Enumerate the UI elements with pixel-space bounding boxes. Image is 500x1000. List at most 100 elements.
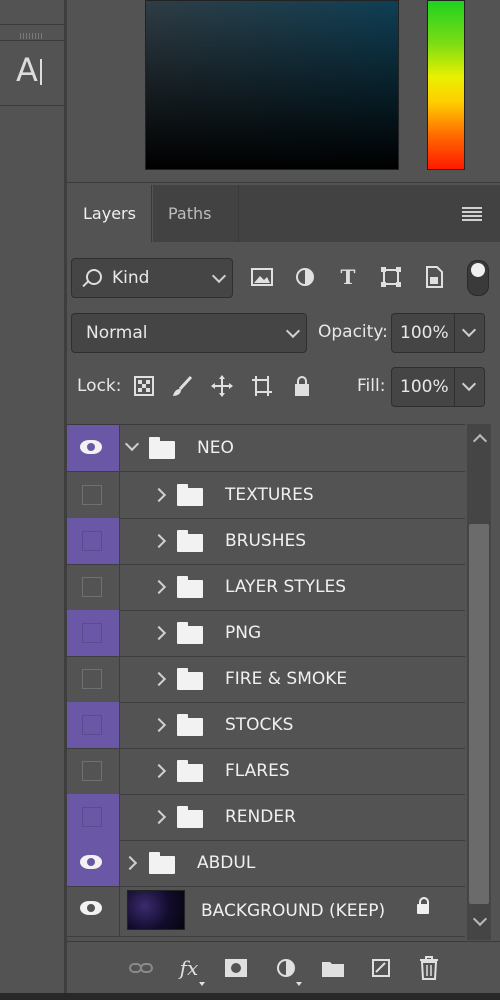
visibility-toggle[interactable] <box>67 886 120 936</box>
chevron-right-icon[interactable] <box>151 717 167 733</box>
chevron-down-icon[interactable] <box>461 376 477 392</box>
layer-row-png[interactable]: PNG <box>67 610 465 657</box>
scroll-down-icon[interactable] <box>472 911 488 927</box>
layer-row-brushes[interactable]: BRUSHES <box>67 518 465 565</box>
lock-image-pixels-icon[interactable] <box>169 373 195 399</box>
lock-position-icon[interactable] <box>209 373 235 399</box>
type-filter-icon[interactable]: T <box>335 264 361 290</box>
chevron-right-icon[interactable] <box>122 855 138 871</box>
visibility-box <box>82 531 102 551</box>
fill-field[interactable]: 100% <box>391 367 485 407</box>
layer-name: STOCKS <box>225 715 294 735</box>
visibility-toggle[interactable] <box>67 472 120 518</box>
text-cursor-icon <box>40 59 42 85</box>
adjustment-filter-icon[interactable] <box>292 264 318 290</box>
folder-icon <box>177 530 203 552</box>
fx-icon[interactable]: fx <box>175 954 205 986</box>
layer-thumbnail <box>127 890 185 930</box>
lock-artboard-icon[interactable] <box>249 373 275 399</box>
color-field[interactable] <box>145 0 399 170</box>
lock-transparent-pixels-icon[interactable] <box>131 373 157 399</box>
lock-all-icon[interactable] <box>289 373 315 399</box>
type-tool-button[interactable]: A <box>0 40 64 106</box>
chevron-right-icon[interactable] <box>151 487 167 503</box>
tool-slot-top[interactable] <box>0 0 64 25</box>
visibility-box <box>82 715 102 735</box>
folder-icon <box>177 714 203 736</box>
eye-icon <box>80 855 102 869</box>
layer-name: FIRE & SMOKE <box>225 669 348 689</box>
opacity-field[interactable]: 100% <box>391 313 485 353</box>
fill-label: Fill: <box>357 376 386 396</box>
new-layer-icon[interactable] <box>367 954 395 982</box>
field-divider <box>454 368 455 406</box>
fill-value: 100% <box>400 377 449 397</box>
link-layers-icon[interactable] <box>127 954 155 982</box>
scroll-up-icon[interactable] <box>472 433 488 449</box>
layer-row-neo[interactable]: NEO <box>67 425 465 472</box>
layer-row-background[interactable]: BACKGROUND (KEEP) <box>67 886 465 937</box>
hue-slider[interactable] <box>427 0 465 170</box>
layers-scrollbar[interactable] <box>467 424 491 940</box>
smart-object-filter-icon[interactable] <box>421 264 447 290</box>
chevron-down-icon[interactable] <box>124 436 140 452</box>
folder-icon <box>177 806 203 828</box>
layer-row-stocks[interactable]: STOCKS <box>67 702 465 749</box>
layer-row-abdul[interactable]: ABDUL <box>67 840 465 887</box>
layer-name: TEXTURES <box>225 485 314 505</box>
chevron-right-icon[interactable] <box>151 579 167 595</box>
panel-menu-icon[interactable] <box>462 207 482 221</box>
layer-row-layer-styles[interactable]: LAYER STYLES <box>67 564 465 611</box>
type-tool-icon: A <box>16 51 38 89</box>
layer-row-textures[interactable]: TEXTURES <box>67 472 465 519</box>
tab-paths[interactable]: Paths <box>151 185 239 242</box>
toolbar-grip[interactable] <box>20 33 44 39</box>
chevron-down-icon <box>285 323 301 339</box>
add-mask-icon[interactable] <box>222 954 250 982</box>
folder-icon <box>177 760 203 782</box>
visibility-toggle[interactable] <box>67 794 120 840</box>
folder-icon <box>149 437 175 459</box>
layer-row-render[interactable]: RENDER <box>67 794 465 841</box>
scrollbar-thumb[interactable] <box>469 524 489 904</box>
folder-icon <box>177 576 203 598</box>
chevron-right-icon[interactable] <box>151 809 167 825</box>
filter-kind-select[interactable]: Kind <box>71 258 233 298</box>
layer-name: BRUSHES <box>225 531 307 551</box>
adjustment-layer-icon[interactable] <box>272 954 302 986</box>
image-filter-icon[interactable] <box>249 264 275 290</box>
eye-icon <box>80 440 102 454</box>
blend-mode-label: Normal <box>86 323 148 343</box>
layer-name: LAYER STYLES <box>225 577 347 597</box>
delete-layer-icon[interactable] <box>415 954 443 982</box>
layer-row-flares[interactable]: FLARES <box>67 748 465 795</box>
folder-icon <box>177 484 203 506</box>
chevron-down-icon[interactable] <box>461 322 477 338</box>
layer-row-fire-smoke[interactable]: FIRE & SMOKE <box>67 656 465 703</box>
layers-list: NEO TEXTURES BRUSHES LAYER STYLES PNG FI… <box>67 424 465 941</box>
chevron-down-icon <box>211 268 227 284</box>
filter-toggle-switch[interactable] <box>467 260 489 296</box>
layer-name: RENDER <box>225 807 296 827</box>
chevron-right-icon[interactable] <box>151 671 167 687</box>
visibility-toggle[interactable] <box>67 610 120 656</box>
visibility-toggle[interactable] <box>67 564 120 610</box>
visibility-toggle[interactable] <box>67 656 120 702</box>
tab-layers[interactable]: Layers <box>67 185 153 242</box>
chevron-right-icon[interactable] <box>151 625 167 641</box>
blend-mode-select[interactable]: Normal <box>71 313 307 353</box>
visibility-toggle[interactable] <box>67 748 120 794</box>
color-picker-panel <box>67 0 500 183</box>
tools-panel: A <box>0 0 64 1000</box>
shape-filter-icon[interactable] <box>378 264 404 290</box>
visibility-toggle[interactable] <box>67 840 120 886</box>
chevron-right-icon[interactable] <box>151 763 167 779</box>
visibility-toggle[interactable] <box>67 425 120 471</box>
visibility-toggle[interactable] <box>67 702 120 748</box>
chevron-right-icon[interactable] <box>151 533 167 549</box>
eye-icon <box>80 901 102 915</box>
dropdown-arrow-icon <box>199 982 205 986</box>
folder-icon <box>149 852 175 874</box>
visibility-toggle[interactable] <box>67 518 120 564</box>
new-group-icon[interactable] <box>319 954 347 982</box>
